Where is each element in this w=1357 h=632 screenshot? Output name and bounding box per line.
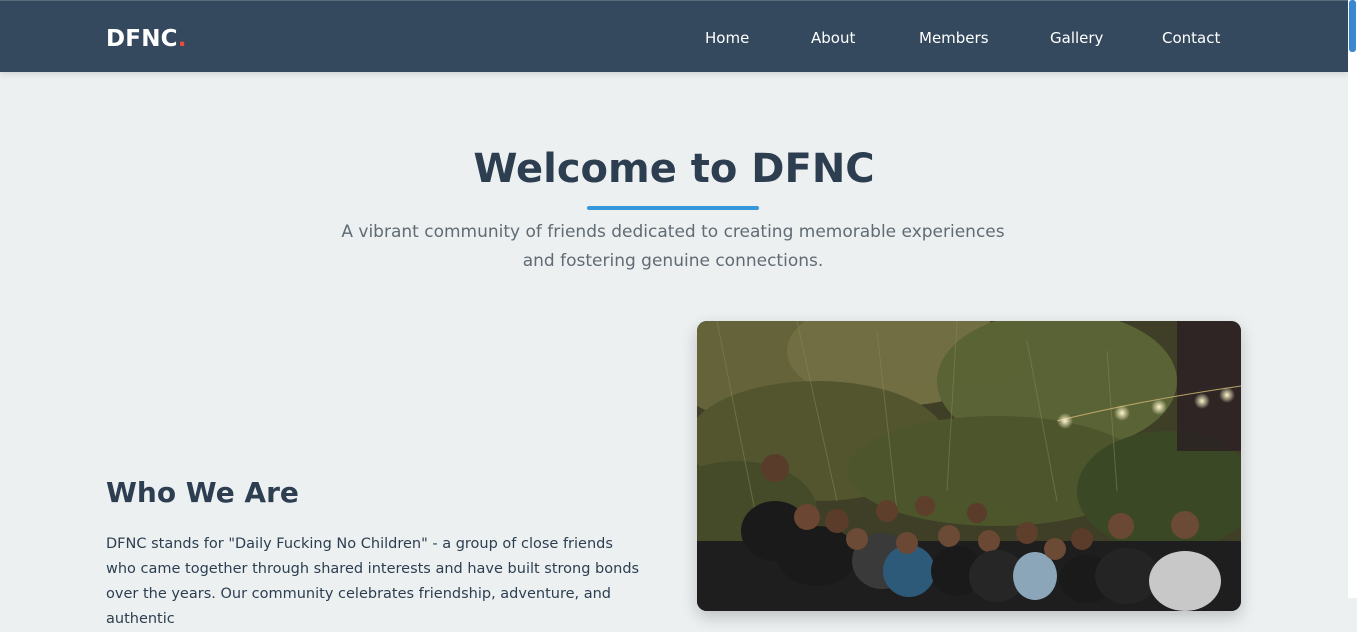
hero-subtitle: A vibrant community of friends dedicated…	[341, 222, 1005, 271]
group-photo-illustration	[697, 321, 1241, 611]
hero-title: Welcome to DFNC	[473, 146, 875, 192]
nav-link-contact[interactable]: Contact	[1162, 28, 1220, 48]
nav-links: Home About Members Gallery Contact	[0, 28, 1348, 50]
about-heading: Who We Are	[106, 476, 299, 509]
scrollbar-thumb[interactable]	[1349, 0, 1356, 52]
nav-link-gallery[interactable]: Gallery	[1050, 28, 1103, 48]
group-photo	[697, 321, 1241, 611]
nav-link-home[interactable]: Home	[705, 28, 749, 48]
nav-link-members[interactable]: Members	[919, 28, 989, 48]
about-body: DFNC stands for "Daily Fucking No Childr…	[106, 536, 640, 627]
hero-underline	[587, 206, 759, 210]
scrollbar[interactable]	[1348, 0, 1357, 598]
navbar: DFNC. Home About Members Gallery Contact	[0, 0, 1348, 72]
nav-link-about[interactable]: About	[811, 28, 855, 48]
